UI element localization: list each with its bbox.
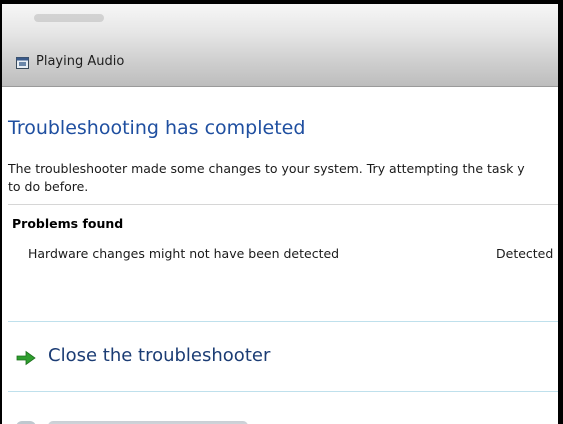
troubleshooter-content: Troubleshooting has completed The troubl… (2, 87, 558, 424)
description-text: The troubleshooter made some changes to … (8, 160, 558, 196)
problems-divider (8, 204, 558, 205)
description-line: The troubleshooter made some changes to … (8, 161, 525, 176)
problem-status: Detected (496, 246, 554, 261)
problem-name: Hardware changes might not have been det… (28, 246, 340, 261)
close-troubleshooter-label: Close the troubleshooter (48, 345, 271, 366)
page-title: Troubleshooting has completed (8, 117, 306, 139)
problem-row[interactable]: Hardware changes might not have been det… (28, 246, 558, 266)
window-title: Playing Audio (36, 54, 125, 69)
troubleshooter-window: Playing Audio Troubleshooting has comple… (2, 4, 558, 424)
description-line: to do before. (8, 179, 89, 194)
troubleshooter-window-icon (16, 57, 29, 69)
actions-divider-2 (8, 391, 558, 392)
window-titlebar[interactable]: Playing Audio (2, 4, 558, 87)
green-arrow-icon (16, 350, 36, 366)
cut-off-action-link[interactable] (16, 415, 276, 424)
titlebar-blurred-text (34, 14, 104, 22)
problems-found-heading: Problems found (12, 216, 124, 231)
actions-divider (8, 321, 558, 322)
